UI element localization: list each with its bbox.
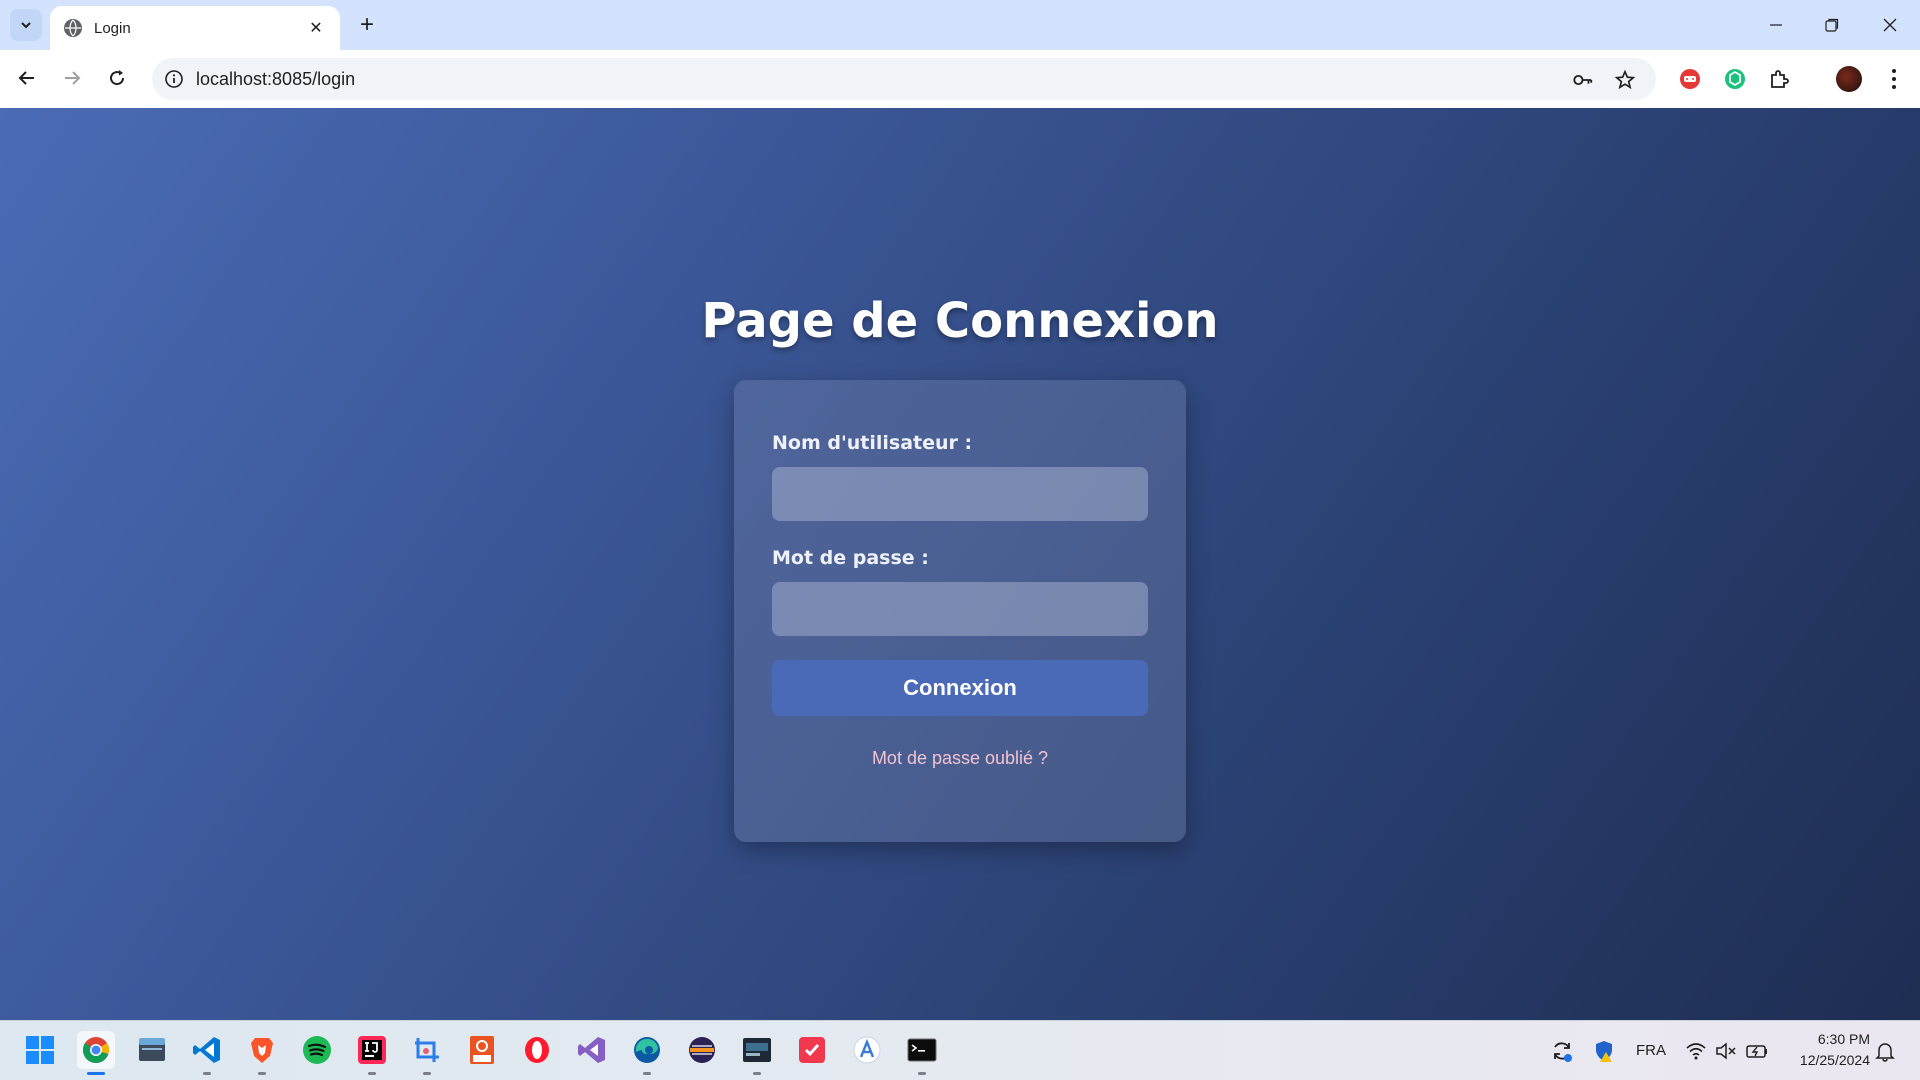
taskbar-edge[interactable] <box>628 1031 666 1075</box>
taskbar-file-explorer[interactable] <box>133 1031 171 1069</box>
windows-taskbar: FRA 6:30 PM 12/25/2024 <box>0 1020 1920 1080</box>
minimize-icon <box>1770 24 1782 26</box>
reload-icon <box>110 70 125 86</box>
new-tab-button[interactable]: + <box>352 10 382 40</box>
forgot-password-link[interactable]: Mot de passe oublié ? <box>734 748 1186 769</box>
calendar-app-icon <box>799 1037 825 1063</box>
restore-icon <box>1825 18 1839 32</box>
security-shield-icon[interactable] <box>1592 1039 1616 1063</box>
language-indicator[interactable]: FRA <box>1636 1042 1666 1059</box>
vscode-icon <box>193 1037 220 1063</box>
browser-tab-bar: Login ✕ + <box>0 0 1920 50</box>
url-text: localhost:8085/login <box>196 69 356 89</box>
taskbar-eclipse[interactable] <box>683 1031 721 1069</box>
open-indicator <box>753 1072 761 1075</box>
profile-avatar[interactable] <box>1836 66 1862 92</box>
intellij-icon <box>358 1036 386 1064</box>
browser-tab[interactable]: Login ✕ <box>50 6 340 50</box>
sync-icon[interactable] <box>1550 1039 1574 1063</box>
close-window-button[interactable] <box>1868 6 1912 44</box>
battery-charging-icon[interactable] <box>1745 1040 1769 1062</box>
tab-search-button[interactable] <box>10 9 42 41</box>
open-indicator <box>368 1072 376 1075</box>
minimize-button[interactable] <box>1754 6 1798 44</box>
taskbar-translate-app[interactable] <box>848 1031 886 1069</box>
chatgpt-extension-icon[interactable] <box>1723 67 1747 91</box>
snipping-tool-icon <box>415 1038 439 1062</box>
tab-title: Login <box>94 19 131 37</box>
extension-red-icon[interactable] <box>1678 67 1702 91</box>
close-icon <box>1883 18 1897 32</box>
mysql-workbench-icon <box>743 1038 771 1062</box>
arrow-right-icon <box>65 71 81 85</box>
visual-studio-icon <box>578 1037 605 1063</box>
taskbar-mysql-workbench[interactable] <box>738 1031 776 1075</box>
taskbar-brave[interactable] <box>243 1031 281 1075</box>
more-menu-icon[interactable] <box>1882 66 1906 92</box>
open-indicator <box>423 1072 431 1075</box>
browser-toolbar: localhost:8085/login <box>0 50 1920 108</box>
password-input[interactable] <box>772 582 1148 636</box>
taskbar-visual-studio[interactable] <box>573 1031 611 1069</box>
taskbar-vscode[interactable] <box>188 1031 226 1075</box>
open-indicator <box>203 1072 211 1075</box>
bookmark-star-icon[interactable] <box>1614 69 1636 91</box>
page-content: Page de Connexion Nom d'utilisateur : Mo… <box>0 108 1920 1020</box>
taskbar-calendar-app[interactable] <box>793 1031 831 1069</box>
extensions-puzzle-icon[interactable] <box>1768 67 1792 91</box>
volume-muted-icon[interactable] <box>1715 1040 1737 1062</box>
password-key-icon[interactable] <box>1572 69 1594 91</box>
taskbar-terminal[interactable] <box>903 1031 941 1075</box>
taskbar-chrome[interactable] <box>77 1031 115 1075</box>
taskbar-ubuntu[interactable] <box>463 1031 501 1069</box>
edge-icon <box>634 1037 660 1063</box>
chrome-icon <box>82 1037 109 1063</box>
username-input[interactable] <box>772 467 1148 521</box>
arrow-left-icon <box>18 71 34 85</box>
start-button[interactable] <box>21 1031 59 1069</box>
windows-start-icon <box>26 1036 54 1064</box>
open-indicator <box>643 1072 651 1075</box>
active-indicator <box>87 1072 105 1075</box>
file-explorer-icon <box>139 1038 165 1061</box>
close-tab-icon[interactable]: ✕ <box>306 18 326 38</box>
spotify-icon <box>303 1036 331 1064</box>
notification-bell-icon[interactable] <box>1874 1040 1896 1062</box>
address-bar[interactable]: localhost:8085/login <box>152 58 1656 100</box>
translate-app-icon <box>853 1036 881 1064</box>
taskbar-snipping-tool[interactable] <box>408 1031 446 1075</box>
taskbar-spotify[interactable] <box>298 1031 336 1069</box>
eclipse-icon <box>689 1037 715 1063</box>
taskbar-opera[interactable] <box>518 1031 556 1069</box>
brave-icon <box>251 1038 273 1063</box>
site-info-icon[interactable] <box>164 69 184 89</box>
open-indicator <box>918 1072 926 1075</box>
back-button[interactable] <box>10 61 44 95</box>
taskbar-intellij[interactable] <box>353 1031 391 1075</box>
login-button[interactable]: Connexion <box>772 660 1148 716</box>
restore-button[interactable] <box>1810 6 1854 44</box>
page-title: Page de Connexion <box>701 293 1219 349</box>
ubuntu-icon <box>470 1036 494 1064</box>
wifi-icon[interactable] <box>1685 1040 1707 1062</box>
password-label: Mot de passe : <box>772 547 929 569</box>
clock-time[interactable]: 6:30 PM <box>1810 1031 1870 1047</box>
forward-button[interactable] <box>55 61 89 95</box>
open-indicator <box>258 1072 266 1075</box>
username-label: Nom d'utilisateur : <box>772 432 973 454</box>
reload-button[interactable] <box>100 61 134 95</box>
clock-date[interactable]: 12/25/2024 <box>1786 1052 1870 1068</box>
globe-icon <box>64 19 82 37</box>
terminal-icon <box>907 1038 937 1062</box>
opera-icon <box>525 1037 549 1063</box>
login-form: Nom d'utilisateur : Mot de passe : Conne… <box>734 380 1186 842</box>
chevron-down-icon <box>21 22 31 29</box>
